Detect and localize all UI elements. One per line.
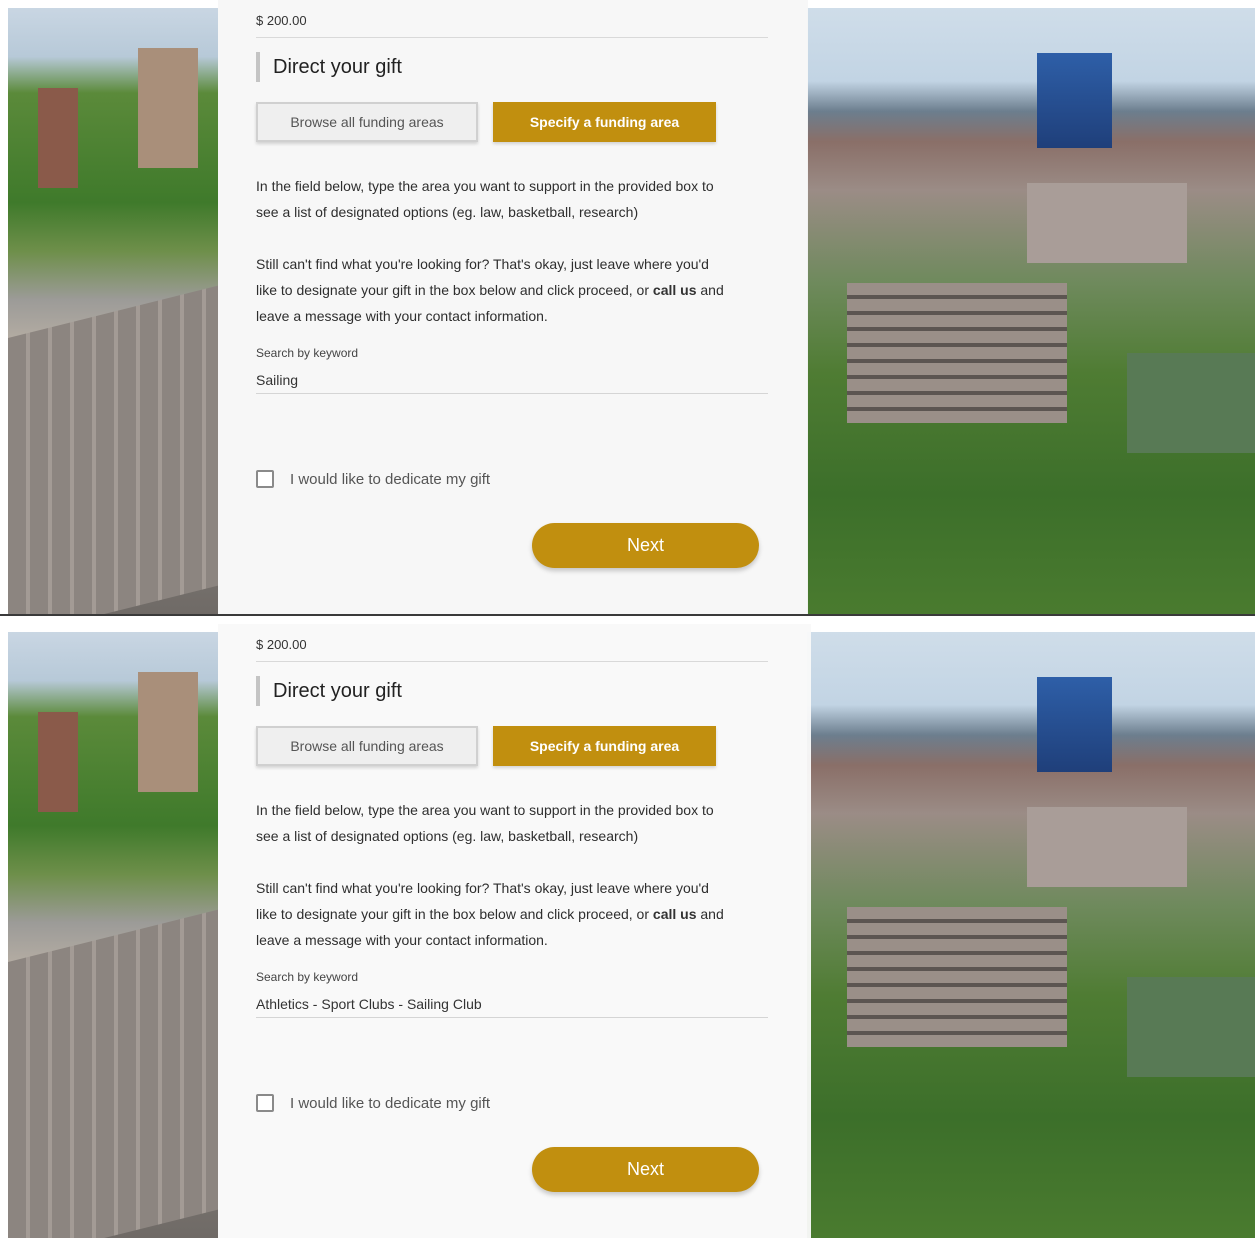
- gift-form-panel: $ 200.00 Direct your gift Browse all fun…: [218, 0, 808, 616]
- campus-photo-right: [807, 8, 1255, 616]
- instructions-text: In the field below, type the area you wa…: [256, 178, 714, 220]
- specify-funding-area-button[interactable]: Specify a funding area: [493, 102, 716, 142]
- next-button[interactable]: Next: [532, 523, 759, 568]
- dedicate-checkbox[interactable]: [256, 470, 274, 488]
- screenshot-divider: [0, 614, 1255, 616]
- help-text-before: Still can't find what you're looking for…: [256, 256, 709, 298]
- search-label: Search by keyword: [256, 970, 359, 984]
- dedicate-label: I would like to dedicate my gift: [290, 470, 491, 488]
- search-input[interactable]: [256, 366, 768, 394]
- call-us-link[interactable]: call us: [653, 282, 697, 298]
- help-text: Still can't find what you're looking for…: [256, 251, 726, 329]
- search-label: Search by keyword: [256, 346, 359, 360]
- browse-funding-areas-button[interactable]: Browse all funding areas: [256, 726, 478, 766]
- dedicate-checkbox[interactable]: [256, 1094, 274, 1112]
- campus-photo-left: [8, 8, 218, 616]
- instructions-text: In the field below, type the area you wa…: [256, 802, 714, 844]
- section-title: Direct your gift: [256, 676, 402, 706]
- gift-form-panel: $ 200.00 Direct your gift Browse all fun…: [218, 624, 811, 1238]
- help-text: Still can't find what you're looking for…: [256, 875, 726, 953]
- screenshot-after: $ 200.00 Direct your gift Browse all fun…: [0, 624, 1255, 1238]
- gift-amount: $ 200.00: [256, 637, 307, 652]
- campus-photo-right: [807, 632, 1255, 1238]
- next-button[interactable]: Next: [532, 1147, 759, 1192]
- help-text-before: Still can't find what you're looking for…: [256, 880, 709, 922]
- amount-divider: [256, 661, 768, 662]
- specify-funding-area-button[interactable]: Specify a funding area: [493, 726, 716, 766]
- search-input[interactable]: [256, 990, 768, 1018]
- amount-divider: [256, 37, 768, 38]
- section-title: Direct your gift: [256, 52, 402, 82]
- dedicate-label: I would like to dedicate my gift: [290, 1094, 491, 1112]
- screenshot-before: $ 200.00 Direct your gift Browse all fun…: [0, 0, 1255, 616]
- browse-funding-areas-button[interactable]: Browse all funding areas: [256, 102, 478, 142]
- dedicate-option[interactable]: I would like to dedicate my gift: [256, 1094, 490, 1112]
- dedicate-option[interactable]: I would like to dedicate my gift: [256, 470, 490, 488]
- campus-photo-left: [8, 632, 218, 1238]
- gift-amount: $ 200.00: [256, 13, 307, 28]
- call-us-link[interactable]: call us: [653, 906, 697, 922]
